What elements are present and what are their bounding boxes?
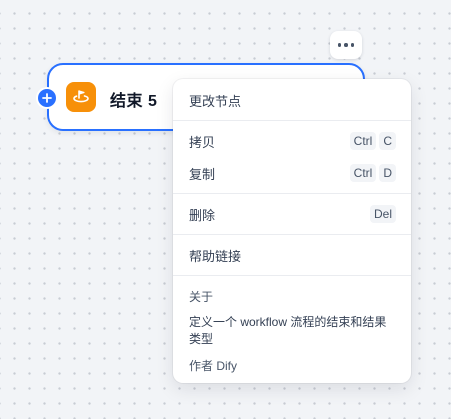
node-more-button[interactable] — [330, 31, 362, 59]
menu-item-duplicate[interactable]: 复制 Ctrl D — [177, 158, 407, 188]
duplicate-shortcut: Ctrl D — [349, 164, 396, 182]
about-description: 定义一个 workflow 流程的结束和结果类型 — [189, 315, 387, 346]
add-node-handle[interactable] — [38, 89, 56, 107]
menu-item-label: 复制 — [189, 166, 216, 182]
menu-item-change-node[interactable]: 更改节点 — [177, 85, 407, 115]
shortcut-key: Del — [369, 205, 396, 223]
shortcut-key: Ctrl — [349, 164, 377, 182]
menu-divider — [173, 193, 411, 194]
node-context-menu: 更改节点 拷贝 Ctrl C 复制 Ctrl D 删除 Del 帮助链接 关于 … — [173, 79, 411, 383]
copy-shortcut: Ctrl C — [349, 132, 396, 150]
menu-item-label: 更改节点 — [189, 93, 242, 109]
end-node-icon — [66, 82, 96, 112]
menu-item-delete[interactable]: 删除 Del — [177, 199, 407, 229]
menu-item-label: 帮助链接 — [189, 248, 242, 264]
node-title: 结束 5 — [110, 93, 158, 110]
menu-item-label: 拷贝 — [189, 134, 216, 150]
more-dot — [350, 43, 355, 47]
menu-divider — [173, 234, 411, 235]
about-section: 关于 定义一个 workflow 流程的结束和结果类型 作者 Dify — [189, 288, 397, 374]
about-author: 作者 Dify — [189, 359, 238, 373]
shortcut-key: D — [379, 164, 396, 182]
menu-divider — [173, 275, 411, 276]
about-title: 关于 — [189, 290, 214, 304]
more-dot — [344, 43, 348, 47]
more-dot — [337, 43, 342, 47]
menu-item-label: 删除 — [189, 207, 216, 223]
delete-shortcut: Del — [369, 205, 396, 223]
menu-divider — [173, 120, 411, 121]
shortcut-key: C — [379, 132, 396, 150]
menu-item-copy[interactable]: 拷贝 Ctrl C — [177, 126, 407, 156]
shortcut-key: Ctrl — [349, 132, 377, 150]
menu-item-help-link[interactable]: 帮助链接 — [177, 240, 407, 270]
plus-icon — [42, 93, 52, 103]
